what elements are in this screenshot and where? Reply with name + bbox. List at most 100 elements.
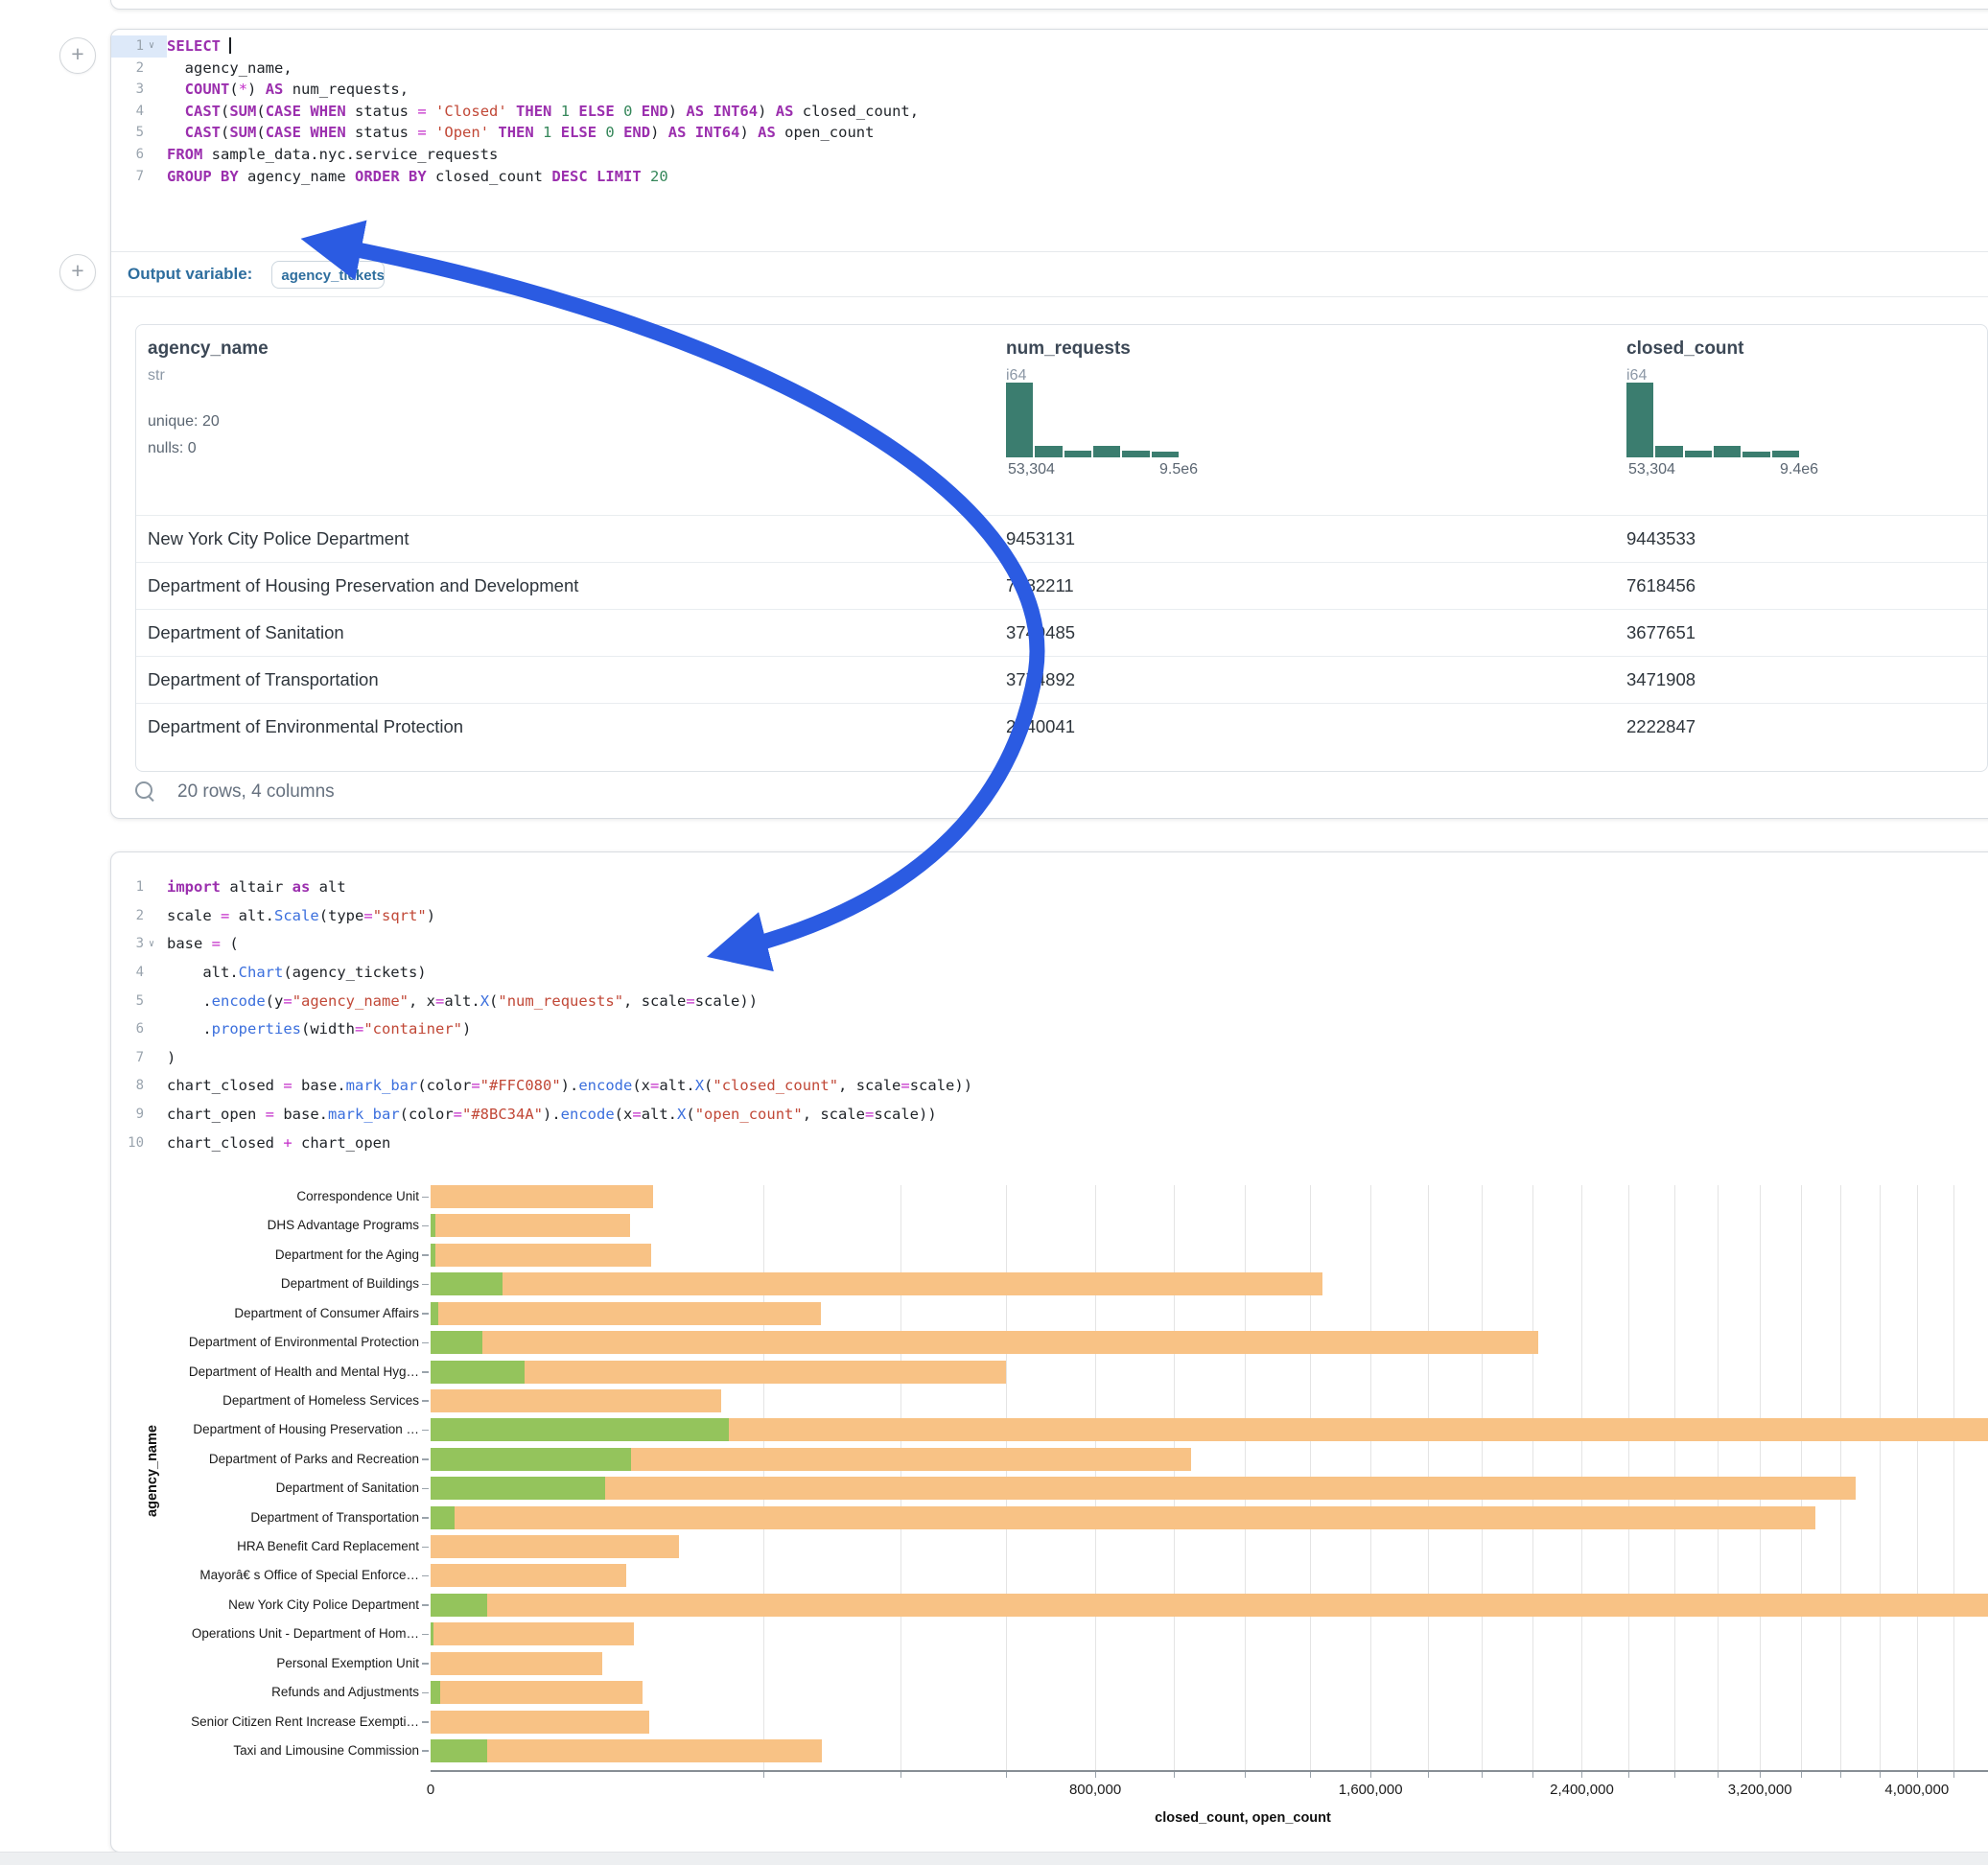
code-line[interactable]: 3∨base = ( <box>111 930 1988 959</box>
code-line[interactable]: 6∨ .properties(width="container") <box>111 1015 1988 1044</box>
open-count-bar <box>431 1418 729 1441</box>
table-row[interactable]: Department of Housing Preservation and D… <box>136 562 1987 609</box>
code-text: .properties(width="container") <box>167 1015 471 1044</box>
sql-code-editor[interactable]: 1∨SELECT 2∨ agency_name,3∨ COUNT(*) AS n… <box>111 30 1988 252</box>
code-line[interactable]: 5∨ .encode(y="agency_name", x=alt.X("num… <box>111 988 1988 1016</box>
table-cell: Department of Housing Preservation and D… <box>148 563 578 609</box>
y-axis-label: Department of Consumer Affairs <box>111 1305 419 1322</box>
text-cursor <box>229 37 231 54</box>
column-stat: nulls: 0 <box>148 440 197 457</box>
closed-count-bar <box>431 1506 1815 1529</box>
code-line[interactable]: 4∨ CAST(SUM(CASE WHEN status = 'Closed' … <box>111 101 1988 123</box>
search-icon[interactable] <box>135 781 156 803</box>
closed-count-bar <box>431 1244 651 1267</box>
open-count-bar <box>431 1331 482 1354</box>
closed-count-bar <box>431 1302 821 1325</box>
line-gutter: 10∨ <box>111 1130 167 1158</box>
output-variable-pill[interactable]: agency_tickets <box>271 261 385 289</box>
y-axis-tick <box>422 1371 429 1373</box>
open-count-bar <box>431 1244 435 1267</box>
line-gutter: 7∨ <box>111 1044 167 1073</box>
python-code-editor[interactable]: 1∨import altair as alt2∨scale = alt.Scal… <box>111 852 1988 1157</box>
code-text: scale = alt.Scale(type="sqrt") <box>167 902 435 931</box>
table-cell: 9453131 <box>1006 516 1075 562</box>
open-count-bar <box>431 1477 605 1500</box>
previous-cell-fragment <box>110 0 1988 10</box>
column-histogram <box>1626 383 1799 457</box>
code-line[interactable]: 5∨ CAST(SUM(CASE WHEN status = 'Open' TH… <box>111 122 1988 144</box>
y-axis-tick <box>422 1342 429 1344</box>
line-gutter: 9∨ <box>111 1101 167 1130</box>
closed-count-bar <box>431 1389 721 1412</box>
code-text: SELECT <box>167 35 231 58</box>
table-row[interactable]: Department of Sanitation37494853677651 <box>136 609 1987 656</box>
y-axis-label: Department for the Aging <box>111 1247 419 1264</box>
fold-chevron-icon[interactable]: ∨ <box>144 35 159 58</box>
x-axis-tick <box>1880 1772 1881 1778</box>
code-line[interactable]: 1∨import altair as alt <box>111 874 1988 902</box>
altair-chart: Correspondence UnitDHS Advantage Program… <box>111 1185 1988 1837</box>
table-cell: 2240041 <box>1006 704 1075 750</box>
gridline <box>1880 1185 1881 1770</box>
y-axis-tick <box>422 1721 429 1723</box>
x-axis-tick <box>1674 1772 1675 1778</box>
table-row[interactable]: New York City Police Department945313194… <box>136 515 1987 562</box>
y-axis-tick <box>422 1284 429 1286</box>
line-gutter: 3∨ <box>111 930 167 959</box>
code-line[interactable]: 7∨GROUP BY agency_name ORDER BY closed_c… <box>111 166 1988 188</box>
closed-count-bar <box>431 1272 1322 1295</box>
histogram-max-label: 9.5e6 <box>1159 461 1198 478</box>
add-cell-button-middle[interactable]: + <box>59 254 96 291</box>
line-gutter: 6∨ <box>111 144 167 166</box>
y-axis-label: HRA Benefit Card Replacement <box>111 1538 419 1555</box>
code-text: COUNT(*) AS num_requests, <box>167 79 409 101</box>
code-line[interactable]: 1∨SELECT <box>111 35 1988 58</box>
code-line[interactable]: 7∨) <box>111 1044 1988 1073</box>
closed-count-bar <box>431 1214 630 1237</box>
table-row[interactable]: Department of Transportation377489234719… <box>136 656 1987 703</box>
table-row[interactable]: Department of Environmental Protection22… <box>136 703 1987 750</box>
open-count-bar <box>431 1448 631 1471</box>
code-line[interactable]: 8∨chart_closed = base.mark_bar(color="#F… <box>111 1072 1988 1101</box>
closed-count-bar <box>431 1564 626 1587</box>
line-gutter: 8∨ <box>111 1072 167 1101</box>
code-line[interactable]: 4∨ alt.Chart(agency_tickets) <box>111 959 1988 988</box>
x-axis-tick-label: 2,400,000 <box>1550 1782 1614 1798</box>
x-axis-tick <box>1581 1772 1582 1778</box>
y-axis-tick <box>422 1663 429 1665</box>
table-header: agency_namestrunique: 20nulls: 0num_requ… <box>136 325 1987 515</box>
fold-chevron-icon[interactable]: ∨ <box>144 930 159 959</box>
dataframe-preview-table[interactable]: agency_namestrunique: 20nulls: 0num_requ… <box>135 324 1988 772</box>
x-axis-tick <box>1006 1772 1007 1778</box>
x-axis-tick <box>1245 1772 1246 1778</box>
code-line[interactable]: 3∨ COUNT(*) AS num_requests, <box>111 79 1988 101</box>
code-text: chart_closed + chart_open <box>167 1130 390 1158</box>
code-line[interactable]: 2∨scale = alt.Scale(type="sqrt") <box>111 902 1988 931</box>
code-line[interactable]: 2∨ agency_name, <box>111 58 1988 80</box>
line-gutter: 5∨ <box>111 988 167 1016</box>
code-text: .encode(y="agency_name", x=alt.X("num_re… <box>167 988 758 1016</box>
line-gutter: 3∨ <box>111 79 167 101</box>
closed-count-bar <box>431 1681 643 1704</box>
gridline <box>1917 1185 1918 1770</box>
code-line[interactable]: 9∨chart_open = base.mark_bar(color="#8BC… <box>111 1101 1988 1130</box>
y-axis-label: Department of Homeless Services <box>111 1392 419 1410</box>
add-cell-button-top[interactable]: + <box>59 37 96 74</box>
x-axis-tick <box>1840 1772 1841 1778</box>
python-cell-card: 1∨import altair as alt2∨scale = alt.Scal… <box>110 851 1988 1853</box>
code-text: CAST(SUM(CASE WHEN status = 'Open' THEN … <box>167 122 874 144</box>
y-axis-label: Department of Environmental Protection <box>111 1334 419 1351</box>
line-gutter: 4∨ <box>111 101 167 123</box>
code-line[interactable]: 6∨FROM sample_data.nyc.service_requests <box>111 144 1988 166</box>
y-axis-tick <box>422 1225 429 1227</box>
y-axis-tick <box>422 1313 429 1315</box>
y-axis-label: Department of Health and Mental Hyg… <box>111 1364 419 1381</box>
line-gutter: 7∨ <box>111 166 167 188</box>
line-gutter: 6∨ <box>111 1015 167 1044</box>
table-cell: 9443533 <box>1626 516 1696 562</box>
code-line[interactable]: 10∨chart_closed + chart_open <box>111 1130 1988 1158</box>
x-axis-tick <box>1310 1772 1311 1778</box>
table-cell: 3749485 <box>1006 610 1075 656</box>
code-text: CAST(SUM(CASE WHEN status = 'Closed' THE… <box>167 101 919 123</box>
open-count-bar <box>431 1622 433 1645</box>
